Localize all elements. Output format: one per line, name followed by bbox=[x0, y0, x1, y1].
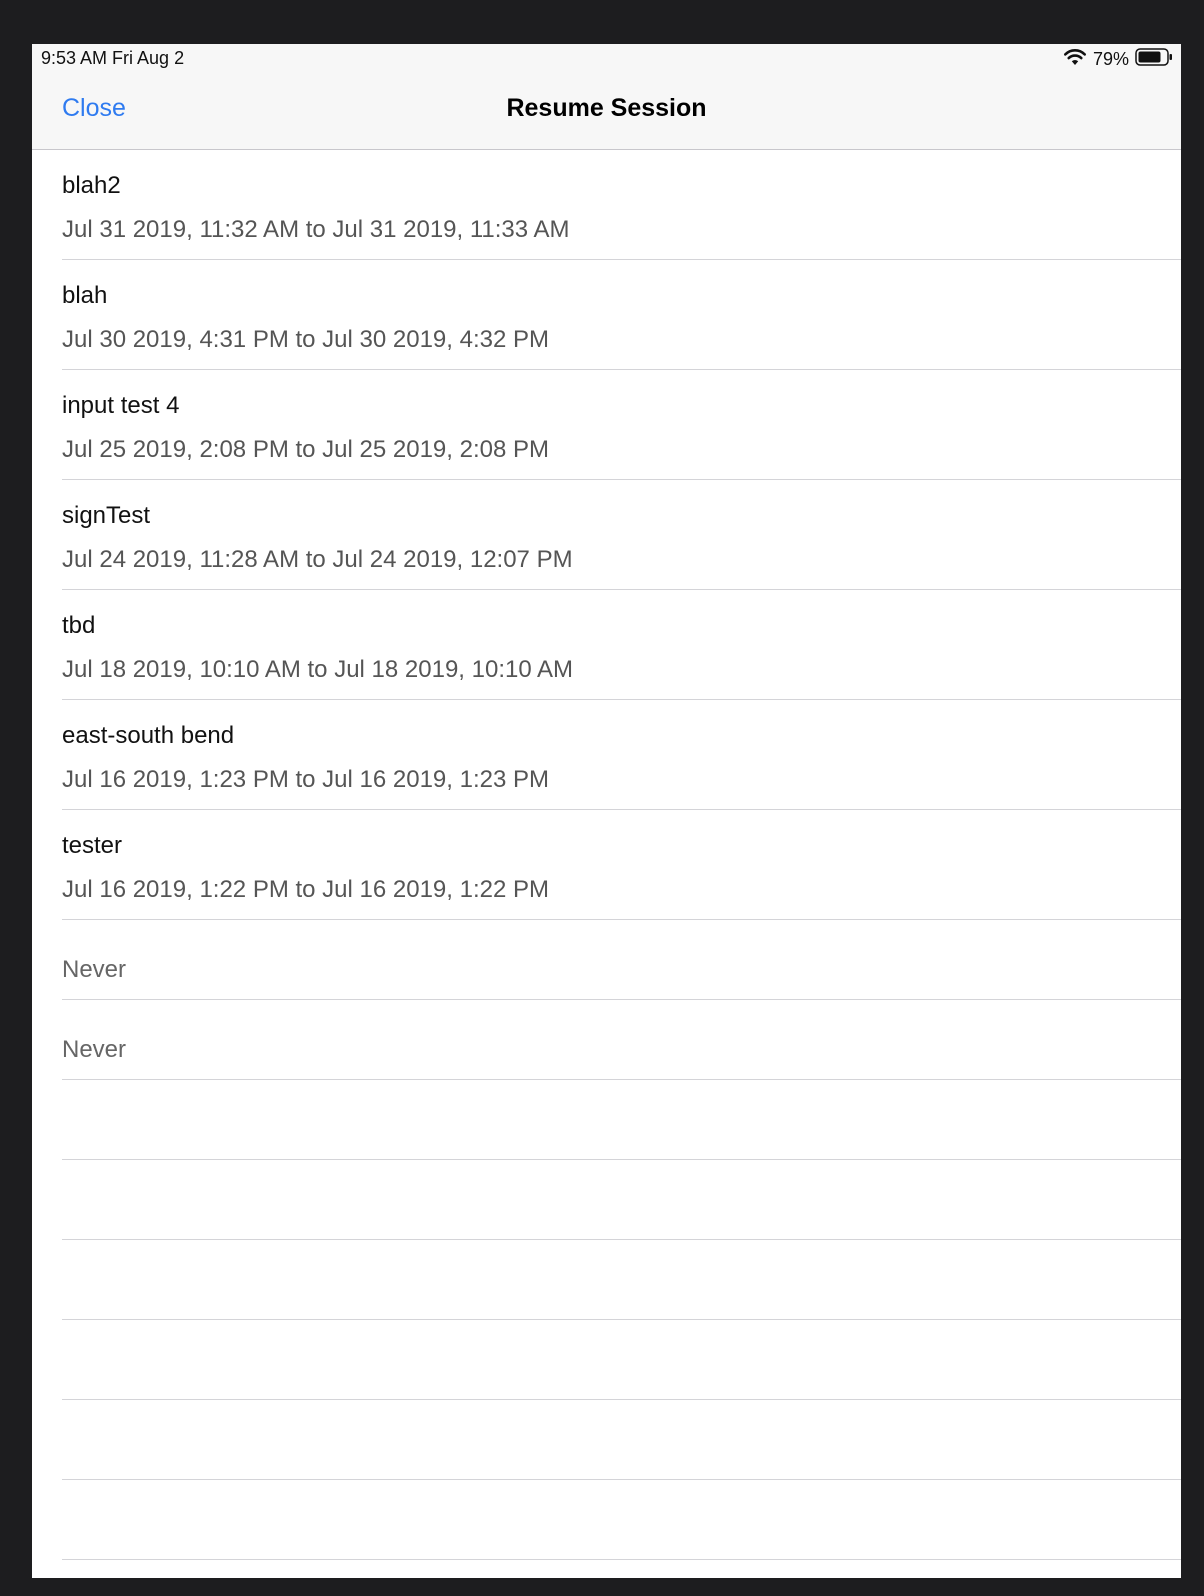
session-row[interactable]: blah2 Jul 31 2019, 11:32 AM to Jul 31 20… bbox=[32, 150, 1181, 260]
session-name: blah2 bbox=[62, 172, 121, 199]
session-row[interactable]: tester Jul 16 2019, 1:22 PM to Jul 16 20… bbox=[32, 810, 1181, 920]
session-name: input test 4 bbox=[62, 392, 180, 419]
wifi-icon bbox=[1063, 48, 1087, 71]
session-name: tester bbox=[62, 832, 123, 859]
session-name: east-south bend bbox=[62, 722, 235, 749]
session-never-label: Never bbox=[62, 956, 127, 983]
session-name: tbd bbox=[62, 612, 96, 639]
session-date-range: Jul 16 2019, 1:22 PM to Jul 16 2019, 1:2… bbox=[62, 876, 549, 903]
empty-row bbox=[32, 1320, 1181, 1400]
battery-percent: 79% bbox=[1092, 48, 1129, 69]
session-name: signTest bbox=[62, 502, 151, 529]
session-date-range: Jul 31 2019, 11:32 AM to Jul 31 2019, 11… bbox=[62, 216, 570, 243]
session-date-range: Jul 24 2019, 11:28 AM to Jul 24 2019, 12… bbox=[62, 546, 573, 573]
status-indicators: 79% bbox=[1063, 47, 1173, 71]
navigation-bar: Close Resume Session bbox=[32, 74, 1181, 150]
session-row[interactable]: blah Jul 30 2019, 4:31 PM to Jul 30 2019… bbox=[32, 260, 1181, 370]
status-bar: 9:53 AM Fri Aug 2 79% bbox=[32, 44, 1181, 74]
session-date-range: Jul 16 2019, 1:23 PM to Jul 16 2019, 1:2… bbox=[62, 766, 549, 793]
session-list: blah2 Jul 31 2019, 11:32 AM to Jul 31 20… bbox=[32, 150, 1181, 1560]
session-name: blah bbox=[62, 282, 108, 309]
status-time: 9:53 AM Fri Aug 2 bbox=[41, 48, 185, 68]
ipad-screen: 9:53 AM Fri Aug 2 79% Close Resume Sessi… bbox=[32, 44, 1181, 1578]
battery-icon bbox=[1135, 47, 1173, 71]
session-date-range: Jul 18 2019, 10:10 AM to Jul 18 2019, 10… bbox=[62, 656, 574, 683]
empty-row bbox=[32, 1480, 1181, 1560]
session-row-never[interactable]: Never bbox=[32, 1000, 1181, 1080]
session-row[interactable]: east-south bend Jul 16 2019, 1:23 PM to … bbox=[32, 700, 1181, 810]
session-row[interactable]: signTest Jul 24 2019, 11:28 AM to Jul 24… bbox=[32, 480, 1181, 590]
session-row[interactable]: input test 4 Jul 25 2019, 2:08 PM to Jul… bbox=[32, 370, 1181, 480]
session-never-label: Never bbox=[62, 1036, 127, 1063]
empty-row bbox=[32, 1240, 1181, 1320]
empty-row bbox=[32, 1080, 1181, 1160]
session-row[interactable]: tbd Jul 18 2019, 10:10 AM to Jul 18 2019… bbox=[32, 590, 1181, 700]
session-date-range: Jul 30 2019, 4:31 PM to Jul 30 2019, 4:3… bbox=[62, 326, 549, 353]
page-title: Resume Session bbox=[506, 94, 707, 122]
empty-row bbox=[32, 1160, 1181, 1240]
session-row-never[interactable]: Never bbox=[32, 920, 1181, 1000]
empty-row bbox=[32, 1400, 1181, 1480]
session-date-range: Jul 25 2019, 2:08 PM to Jul 25 2019, 2:0… bbox=[62, 436, 549, 463]
